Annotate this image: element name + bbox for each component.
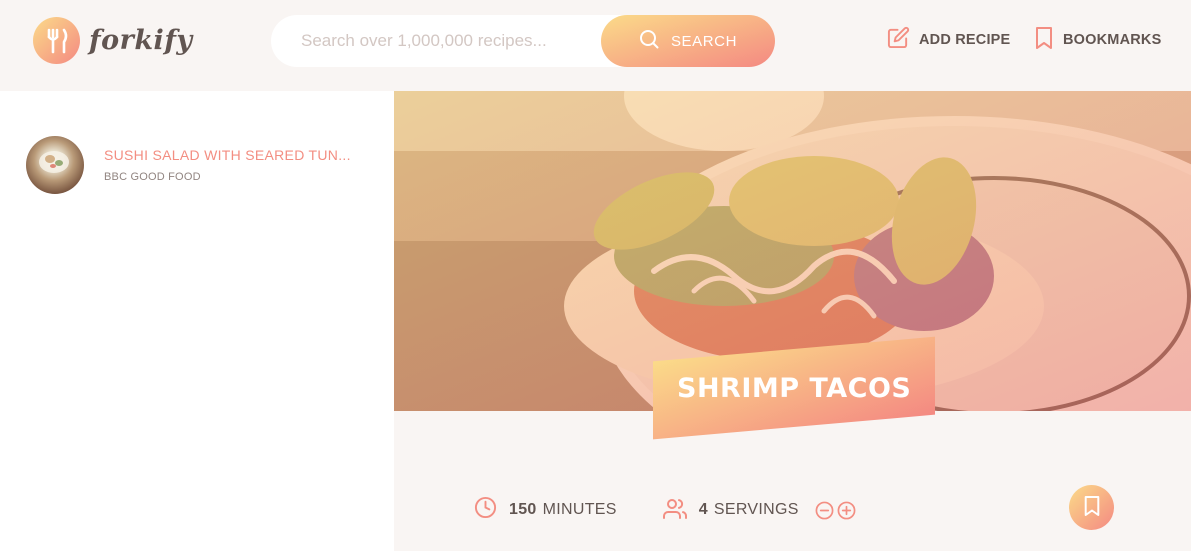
servings-value: 4 [698, 501, 708, 518]
increase-servings-button[interactable] [837, 501, 856, 520]
bookmark-icon [1083, 495, 1101, 520]
edit-icon [887, 26, 910, 53]
servings: 4 SERVINGS [662, 497, 856, 524]
bookmarks-label: BOOKMARKS [1063, 32, 1162, 48]
servings-unit: SERVINGS [713, 501, 799, 518]
fork-knife-icon [33, 17, 80, 64]
search-form: SEARCH [271, 15, 775, 67]
result-title: SUSHI SALAD WITH SEARED TUN... [104, 147, 351, 163]
result-info: SUSHI SALAD WITH SEARED TUN... BBC GOOD … [104, 147, 351, 183]
recipe-view: SHRIMP TACOS 150 MINUTES 4 SERVINGS [394, 91, 1191, 551]
minus-circle-icon [815, 501, 834, 519]
cooking-time-value: 150 [509, 501, 537, 518]
add-recipe-label: ADD RECIPE [919, 31, 1011, 48]
result-publisher: BBC GOOD FOOD [104, 171, 201, 183]
bookmark-icon [1034, 26, 1054, 54]
add-recipe-button[interactable]: ADD RECIPE [887, 26, 1010, 53]
app-header: forkify SEARCH ADD RECIPE [0, 0, 1191, 91]
servings-controls [815, 501, 856, 520]
bookmarks-button[interactable]: BOOKMARKS [1034, 26, 1161, 54]
logo[interactable]: forkify [33, 17, 193, 64]
result-item[interactable]: SUSHI SALAD WITH SEARED TUN... BBC GOOD … [26, 136, 376, 194]
bookmark-recipe-button[interactable] [1069, 485, 1114, 530]
plus-circle-icon [837, 501, 856, 519]
cooking-time: 150 MINUTES [474, 496, 617, 524]
decrease-servings-button[interactable] [815, 501, 834, 520]
search-button-label: SEARCH [670, 32, 738, 50]
search-icon [639, 29, 659, 53]
recipe-title-text: SHRIMP TACOS [676, 372, 912, 404]
search-button[interactable]: SEARCH [601, 15, 775, 67]
recipe-details: 150 MINUTES 4 SERVINGS [474, 496, 856, 524]
search-results-sidebar: SUSHI SALAD WITH SEARED TUN... BBC GOOD … [0, 91, 394, 551]
logo-text: forkify [89, 25, 193, 56]
users-icon [662, 497, 687, 524]
cooking-time-unit: MINUTES [542, 501, 617, 518]
result-thumbnail [26, 136, 84, 194]
clock-icon [474, 496, 497, 524]
search-input[interactable] [301, 15, 591, 67]
